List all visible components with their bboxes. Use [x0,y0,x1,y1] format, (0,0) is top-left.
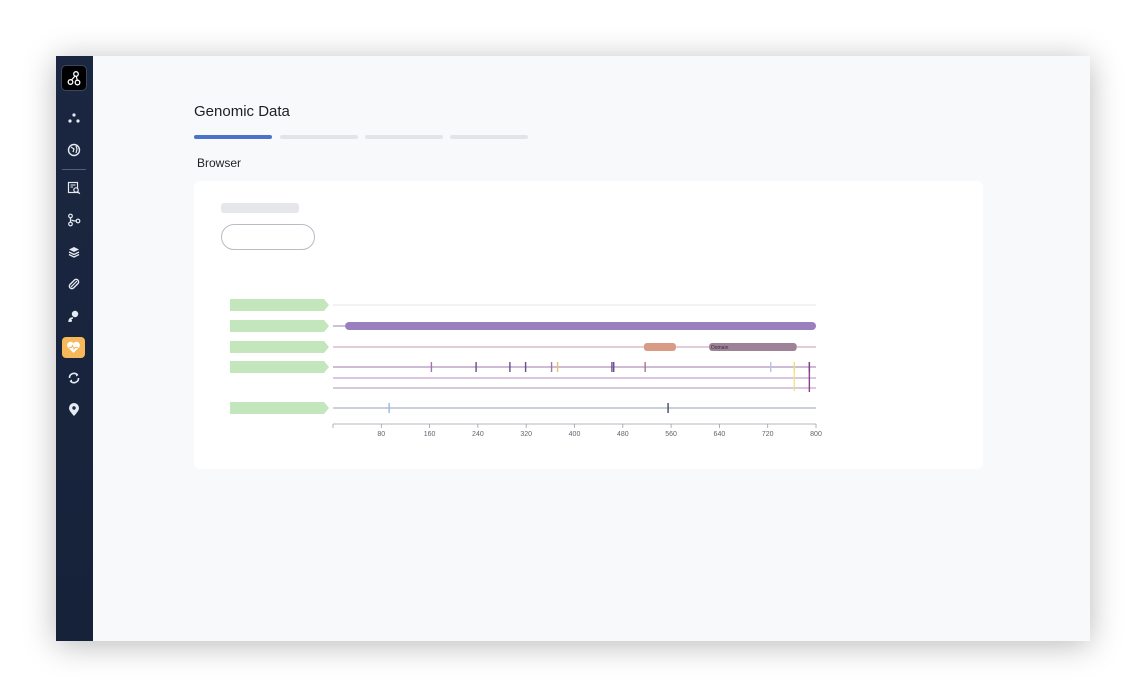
domain-label-2: Domain [711,345,728,351]
nav-layers[interactable] [65,243,83,261]
nav-location[interactable] [65,401,83,419]
nav-heart[interactable] [62,337,85,358]
section-label: Browser [197,156,242,170]
nav-search-document[interactable] [65,179,83,197]
page-title: Genomic Data [194,103,290,120]
x-tick-label-160: 160 [424,431,436,438]
x-tick-label-720: 720 [762,431,774,438]
step-2[interactable] [280,135,358,139]
x-tick-label-80: 80 [377,431,385,438]
app-logo[interactable] [61,65,87,91]
protein-bar [345,322,816,330]
pill-icon [68,278,80,290]
track-label-4 [230,361,329,373]
step-3[interactable] [365,135,443,139]
search-document-icon [67,181,81,195]
branch-icon [68,213,81,227]
nav-user[interactable] [65,307,83,325]
track-label-5 [230,402,329,414]
nav-dots[interactable] [65,109,83,127]
nav-pill[interactable] [65,275,83,293]
dots-icon [68,113,80,123]
step-4[interactable] [450,135,528,139]
sidebar [56,56,93,641]
nav-branch[interactable] [65,211,83,229]
heart-icon [67,341,80,353]
x-tick-label-400: 400 [569,431,581,438]
x-tick-label-640: 640 [714,431,726,438]
track-label-3 [230,341,329,353]
sidebar-divider [62,169,86,170]
app-window: Genomic Data Browser Domain 80 160 240 320 40… [56,56,1090,641]
nav-sync[interactable] [65,369,83,387]
x-tick-label-320: 320 [520,431,532,438]
x-tick-label-240: 240 [472,431,484,438]
domain-1 [643,343,676,351]
user-icon [68,310,79,323]
logo-icon [67,71,81,86]
location-pin-icon [69,403,79,416]
browser-card: Domain 80 160 240 320 400 480 560 640 720 800 [194,181,983,469]
track-label-1 [230,299,329,311]
x-tick-label-560: 560 [665,431,677,438]
track-label-2 [230,320,329,332]
step-1[interactable] [194,135,272,139]
globe-icon [67,143,81,157]
x-tick-label-480: 480 [617,431,629,438]
sync-icon [68,372,80,384]
genome-browser-chart: Domain 80 160 240 320 400 480 560 640 720 800 [230,299,822,438]
x-tick-label-800: 800 [810,431,822,438]
layers-icon [68,247,80,258]
nav-globe[interactable] [65,141,83,159]
